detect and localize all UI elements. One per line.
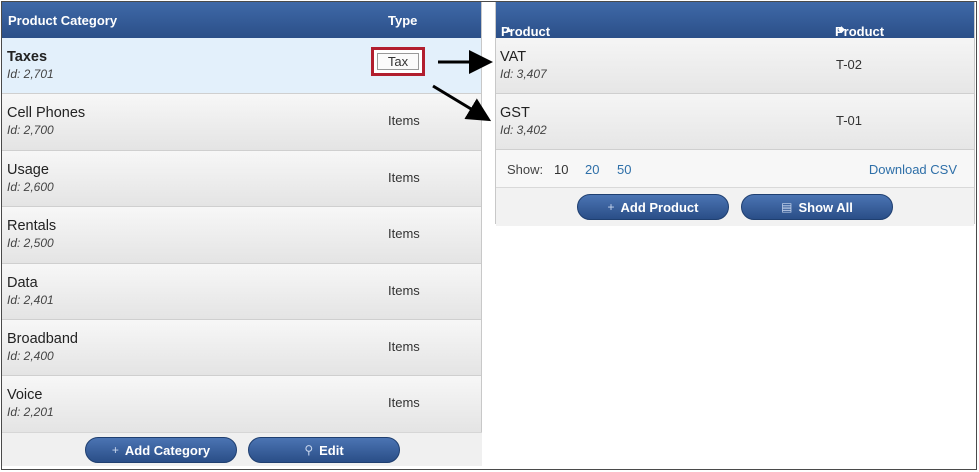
category-id: Id: 2,400 [7,348,54,363]
search-icon: ⚲ [304,443,314,457]
type-highlight-box: Tax [371,47,425,76]
category-row-data[interactable]: Data Id: 2,401 Items [2,263,481,320]
add-category-button[interactable]: + Add Category [85,437,237,463]
category-type: Items [388,395,420,411]
category-id: Id: 2,401 [7,292,54,307]
category-id: Id: 2,600 [7,179,54,194]
product-row-vat[interactable]: VAT Id: 3,407 T-02 [496,38,974,94]
page-size-50[interactable]: 50 [617,162,631,177]
category-type: Items [388,338,420,354]
edit-label: Edit [319,442,344,458]
show-all-label: Show All [798,199,853,215]
product-panel: Product Name▲ Product Number◆ VAT Id: 3,… [495,2,975,226]
category-name: Rentals [7,218,57,235]
category-name: Cell Phones [7,105,86,122]
edit-button[interactable]: ⚲ Edit [248,437,400,463]
product-number: T-02 [836,57,863,72]
category-id: Id: 2,700 [7,123,54,138]
category-name: Data [7,274,38,291]
product-actions: + Add Product ▤ Show All [496,188,974,226]
category-type: Items [388,226,420,242]
category-id: Id: 2,701 [7,67,54,81]
show-all-button[interactable]: ▤ Show All [741,194,893,220]
sort-asc-icon: ▲ [504,24,513,34]
show-label: Show: [507,162,544,177]
product-name: VAT [500,49,527,65]
product-table-header: Product Name▲ Product Number◆ [496,2,974,54]
category-name: Broadband [7,330,78,347]
download-csv-link[interactable]: Download CSV [869,162,957,177]
category-type: Items [388,113,420,129]
type-tax-value[interactable]: Tax [377,53,419,70]
product-number: T-01 [836,113,863,128]
category-id: Id: 2,201 [7,405,54,420]
category-list: Taxes Id: 2,701 Cell Phones Id: 2,700 It… [2,38,481,433]
add-product-button[interactable]: + Add Product [577,194,729,220]
category-footer: + Add Category ⚲ Edit [2,432,482,466]
page-size-bar: Show: 10 20 50 Download CSV [496,150,974,188]
category-type: Items [388,169,420,185]
sort-both-icon: ◆ [838,24,845,34]
category-name: Voice [7,387,43,404]
category-id: Id: 2,500 [7,236,54,251]
page-size-10[interactable]: 10 [554,162,568,177]
add-product-label: Add Product [620,199,699,215]
category-row-usage[interactable]: Usage Id: 2,600 Items [2,150,481,208]
category-row-rentals[interactable]: Rentals Id: 2,500 Items [2,207,481,264]
product-id: Id: 3,402 [500,123,547,137]
column-header-type[interactable]: Type [388,13,417,28]
category-name: Usage [7,161,49,178]
category-row-voice[interactable]: Voice Id: 2,201 Items [2,376,481,433]
add-category-label: Add Category [124,442,211,458]
category-table-header: Product Category Type [2,2,481,38]
category-type: Items [388,282,420,298]
plus-icon: + [607,200,615,214]
product-id: Id: 3,407 [500,67,547,81]
page-size-20[interactable]: 20 [585,162,599,177]
product-row-gst[interactable]: GST Id: 3,402 T-01 [496,94,974,150]
category-name: Taxes [7,49,48,65]
list-icon: ▤ [781,200,793,214]
product-name: GST [500,105,530,121]
category-row-cell-phones[interactable]: Cell Phones Id: 2,700 Items [2,94,481,151]
plus-icon: + [111,443,119,457]
column-header-product-category[interactable]: Product Category [8,13,117,28]
category-row-broadband[interactable]: Broadband Id: 2,400 Items [2,319,481,377]
